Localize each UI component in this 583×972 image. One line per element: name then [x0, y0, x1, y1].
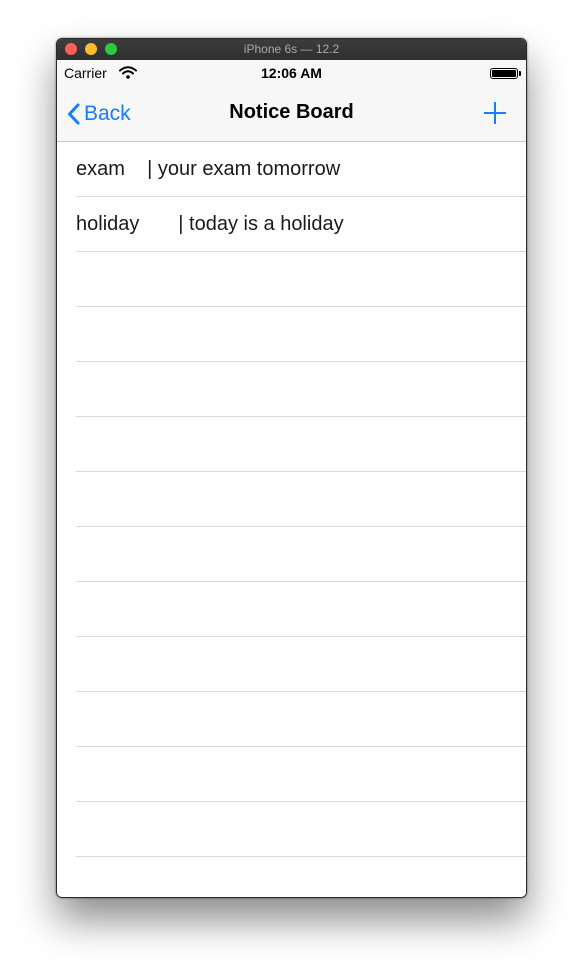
- empty-row: [57, 637, 526, 692]
- empty-row: [57, 472, 526, 527]
- empty-row: [57, 747, 526, 802]
- empty-row: [57, 252, 526, 307]
- status-bar: Carrier 12:06 AM: [57, 60, 526, 88]
- simulator-window: iPhone 6s — 12.2 Carrier 12:06 AM Back N…: [56, 38, 527, 898]
- empty-row: [57, 417, 526, 472]
- window-titlebar[interactable]: iPhone 6s — 12.2: [57, 39, 526, 61]
- notice-text: exam | your exam tomorrow: [76, 158, 341, 180]
- empty-row: [57, 582, 526, 637]
- plus-icon[interactable]: [482, 100, 508, 126]
- window-title: iPhone 6s — 12.2: [243, 42, 340, 56]
- empty-row: [57, 802, 526, 857]
- empty-row: [57, 527, 526, 582]
- battery-icon: [490, 68, 518, 79]
- navigation-bar: Back Notice Board: [57, 88, 526, 142]
- empty-row: [57, 307, 526, 362]
- empty-row: [57, 692, 526, 747]
- device-screen: Carrier 12:06 AM Back Notice Board exam …: [57, 60, 526, 897]
- notice-text: holiday | today is a holiday: [76, 213, 344, 235]
- status-time: 12:06 AM: [261, 65, 322, 81]
- notice-table[interactable]: exam | your exam tomorrow holiday | toda…: [57, 142, 526, 897]
- notice-row[interactable]: exam | your exam tomorrow: [57, 142, 526, 197]
- battery-cap: [519, 71, 521, 76]
- page-title: Notice Board: [229, 101, 354, 123]
- notice-row[interactable]: holiday | today is a holiday: [57, 197, 526, 252]
- row-separator: [76, 856, 526, 857]
- empty-row: [57, 362, 526, 417]
